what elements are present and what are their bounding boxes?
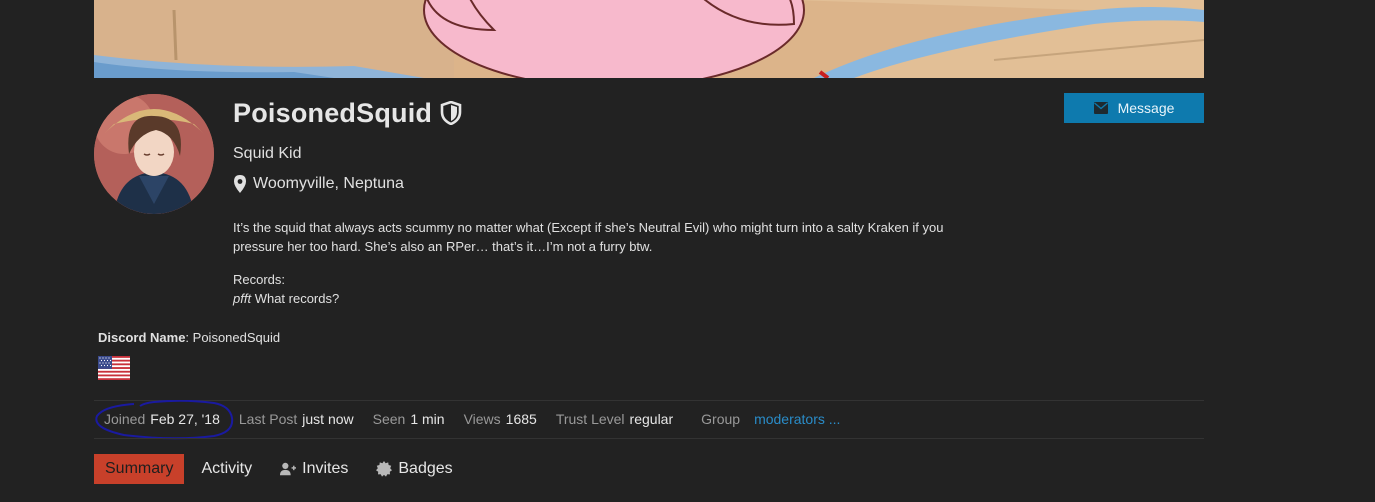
avatar[interactable] xyxy=(94,94,214,214)
tab-activity-label: Activity xyxy=(201,460,253,477)
username: PoisonedSquid xyxy=(233,97,433,128)
stat-trust-level-value: regular xyxy=(629,411,674,427)
stat-last-post: Last Post just now xyxy=(239,411,354,427)
discord-separator: : xyxy=(185,330,193,345)
envelope-icon xyxy=(1093,102,1108,114)
profile-nav: Summary Activity Invites Badges xyxy=(94,454,464,484)
tab-summary-label: Summary xyxy=(105,460,174,477)
records-block: Records: pfft What records? xyxy=(233,270,339,308)
stat-group: Group moderators ... xyxy=(701,411,840,427)
discord-value: PoisonedSquid xyxy=(192,330,281,345)
us-flag-icon xyxy=(98,356,130,380)
stat-joined-value: Feb 27, '18 xyxy=(150,411,220,427)
user-plus-icon xyxy=(280,462,297,476)
location-text: Woomyville, Neptuna xyxy=(253,175,404,192)
username-row: PoisonedSquid xyxy=(233,96,462,130)
stat-seen-label: Seen xyxy=(372,411,406,427)
discord-label: Discord Name xyxy=(98,330,186,345)
message-button[interactable]: Message xyxy=(1064,93,1204,123)
stat-joined-label: Joined xyxy=(104,411,146,427)
stats-top-divider xyxy=(94,400,1204,401)
stat-trust-level: Trust Level regular xyxy=(556,411,673,427)
profile-stats: Joined Feb 27, '18 Last Post just now Se… xyxy=(104,410,859,428)
stat-joined: Joined Feb 27, '18 xyxy=(104,411,220,427)
stat-last-post-label: Last Post xyxy=(238,411,298,427)
stats-bottom-divider xyxy=(94,438,1204,439)
message-button-label: Message xyxy=(1117,100,1175,116)
tab-summary[interactable]: Summary xyxy=(94,454,185,484)
records-emphasis: pfft xyxy=(233,291,252,306)
tab-badges-label: Badges xyxy=(398,460,453,477)
map-marker-icon xyxy=(234,175,246,193)
shield-icon xyxy=(440,100,462,126)
stat-seen-value: 1 min xyxy=(410,411,445,427)
discord-field: Discord Name: PoisonedSquid xyxy=(98,330,280,345)
stat-views-value: 1685 xyxy=(505,411,537,427)
stat-trust-level-label: Trust Level xyxy=(555,411,625,427)
tab-badges[interactable]: Badges xyxy=(365,454,463,484)
records-label: Records: xyxy=(233,272,286,287)
certificate-icon xyxy=(376,461,393,477)
user-title: Squid Kid xyxy=(233,145,302,162)
stat-views-label: Views xyxy=(463,411,501,427)
tab-invites-label: Invites xyxy=(302,460,349,477)
stat-last-post-value: just now xyxy=(302,411,354,427)
stat-seen: Seen 1 min xyxy=(373,411,445,427)
tab-invites[interactable]: Invites xyxy=(269,454,359,484)
records-value: pfft What records? xyxy=(233,289,339,308)
location: Woomyville, Neptuna xyxy=(233,175,404,193)
bio-text: It’s the squid that always acts scummy n… xyxy=(233,220,944,254)
group-link[interactable]: moderators ... xyxy=(754,411,840,427)
user-profile-page: PoisonedSquid Squid Kid Woomyville, Nept… xyxy=(0,0,1375,502)
records-text: What records? xyxy=(251,291,340,306)
stat-group-label: Group xyxy=(701,411,741,427)
tab-activity[interactable]: Activity xyxy=(190,454,263,484)
stat-views: Views 1685 xyxy=(464,411,537,427)
profile-banner xyxy=(94,0,1204,78)
